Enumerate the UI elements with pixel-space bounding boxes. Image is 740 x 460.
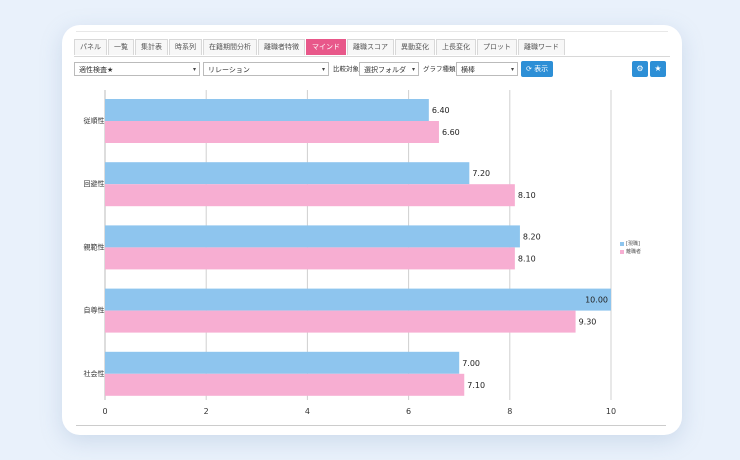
x-tick-label: 6: [406, 407, 411, 416]
data-label: 7.20: [472, 169, 490, 178]
data-label: 8.10: [518, 254, 536, 263]
x-tick-label: 0: [102, 407, 107, 416]
category-label: 自尊性: [84, 306, 105, 315]
bar-chart: 0 2 4 6 8 10 従順性 6.40 6.60 回避性 7.20 8.10 親範性 8.20 8.10…: [84, 90, 616, 416]
bar-current: [105, 162, 470, 185]
bottom-divider: [76, 425, 666, 426]
bar-current: [105, 225, 520, 248]
x-tick-label: 8: [507, 407, 512, 416]
legend-label: [現職]: [626, 241, 640, 247]
x-tick-label: 4: [305, 407, 310, 416]
data-label: 8.20: [523, 232, 541, 241]
bar-left: [105, 247, 515, 270]
chart-legend: [現職] 離職者: [620, 240, 641, 256]
bar-left: [105, 184, 515, 207]
data-label: 6.40: [432, 106, 450, 115]
category-label: 親範性: [84, 242, 105, 251]
category-label: 社会性: [84, 369, 105, 378]
bar-left: [105, 310, 576, 333]
bar-current: [105, 351, 460, 374]
legend-swatch: [620, 249, 624, 254]
legend-item-current: [現職]: [620, 240, 641, 248]
bar-left: [105, 373, 465, 396]
data-label: 9.30: [579, 318, 597, 327]
data-label: 7.00: [462, 359, 480, 368]
bar-left: [105, 121, 439, 143]
category-label: 従順性: [84, 116, 105, 125]
x-tick-label: 10: [606, 407, 616, 416]
data-label: 7.10: [467, 381, 485, 390]
bar-current: [105, 288, 611, 311]
data-label: 6.60: [442, 128, 460, 137]
data-label: 10.00: [585, 296, 608, 305]
bar-current: [105, 99, 429, 121]
data-label: 8.10: [518, 191, 536, 200]
category-label: 回避性: [84, 179, 105, 188]
legend-item-left: 離職者: [620, 248, 641, 256]
legend-swatch: [620, 241, 624, 246]
legend-label: 離職者: [626, 249, 642, 255]
x-tick-label: 2: [204, 407, 209, 416]
